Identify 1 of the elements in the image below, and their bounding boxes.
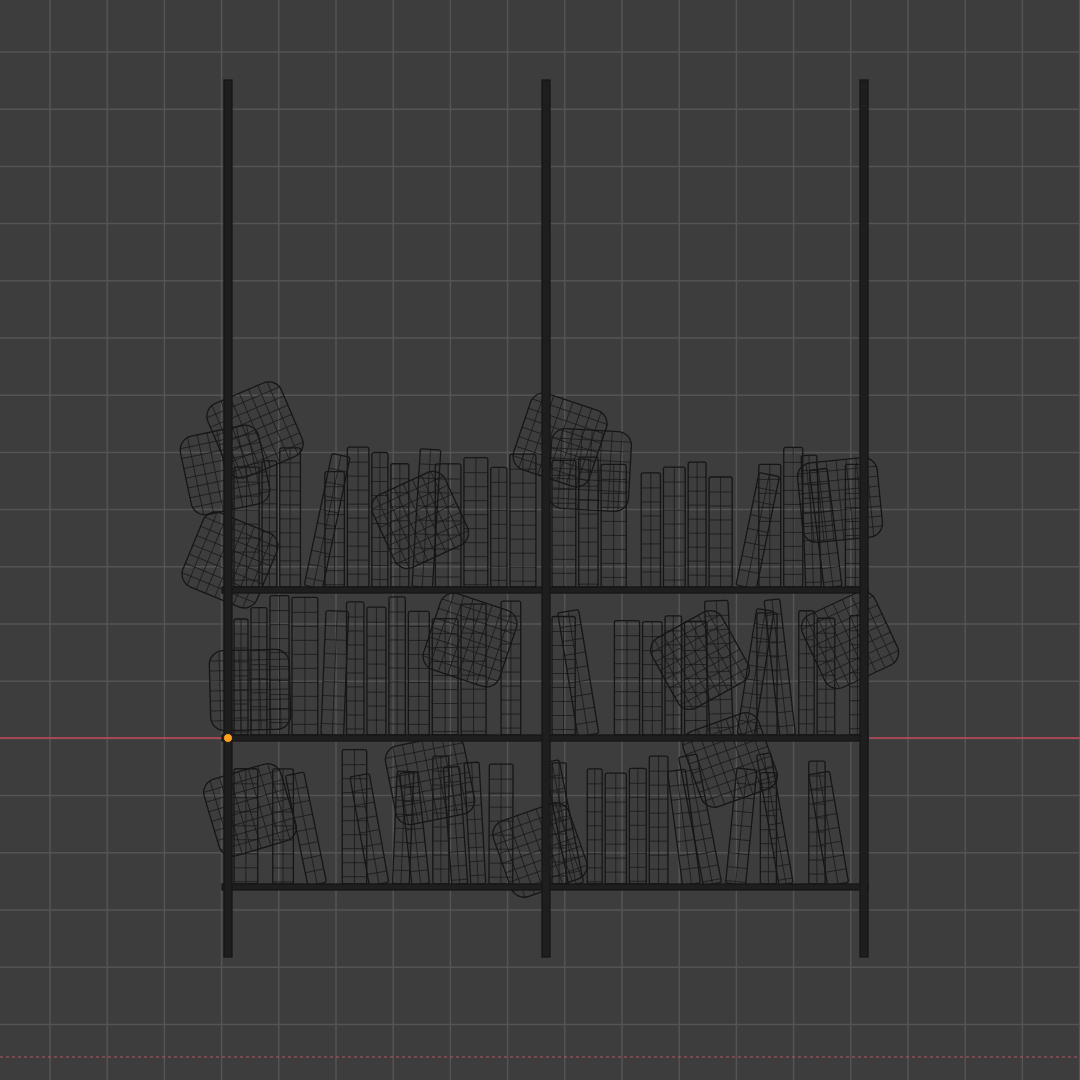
origin-dot[interactable] — [223, 733, 233, 743]
